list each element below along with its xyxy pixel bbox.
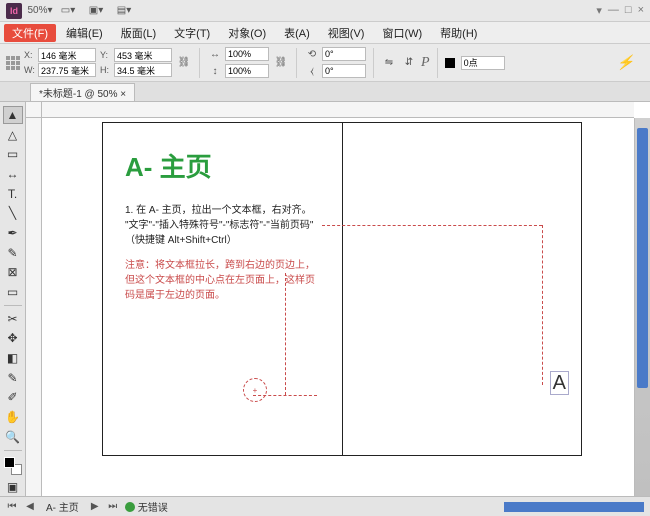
control-bar: X: W: Y: H: ⛓ ↔ ↕ ⛓ ⟲ ⧼ ⇋ ⇵ P ⚡ xyxy=(0,44,650,82)
horizontal-ruler[interactable] xyxy=(42,102,634,118)
fill-swatch[interactable] xyxy=(445,58,455,68)
arrow-line xyxy=(322,225,542,226)
left-page: A- 主页 1. 在 A- 主页，拉出一个文本框，右对齐。 "文字"-"插入特殊… xyxy=(103,123,342,455)
menu-edit[interactable]: 编辑(E) xyxy=(58,22,111,44)
x-input[interactable] xyxy=(38,48,96,62)
menu-layout[interactable]: 版面(L) xyxy=(113,22,164,44)
type-tool[interactable]: T. xyxy=(3,185,23,203)
shear-input[interactable] xyxy=(322,64,366,78)
menu-type[interactable]: 文字(T) xyxy=(166,22,218,44)
anchor-circle: + xyxy=(243,378,267,402)
title-bar: Id 50% ▾ ▭▾ ▣▾ ▤▾ ▾ — □ × xyxy=(0,0,650,22)
preflight-status[interactable]: 无错误 xyxy=(125,499,168,514)
hand-tool[interactable]: ✋ xyxy=(3,408,23,426)
rotate-icon: ⟲ xyxy=(304,46,320,62)
note-text: 注意：将文本框拉长，跨到右边的页边上，但这个文本框的中心点在左页面上，这样页码是… xyxy=(125,258,320,303)
zoom-select[interactable]: 50% ▾ xyxy=(30,2,50,20)
scrollbar-thumb[interactable] xyxy=(637,128,648,388)
pencil-tool[interactable]: ✎ xyxy=(3,244,23,262)
scale-x-input[interactable] xyxy=(225,47,269,61)
status-bar: ⏮ ◀ A- 主页 ▶ ⏭ 无错误 xyxy=(0,496,650,516)
pen-tool[interactable]: ✒ xyxy=(3,224,23,242)
shear-icon: ⧼ xyxy=(304,63,320,79)
eyedropper-tool[interactable]: ✐ xyxy=(3,389,23,407)
toolbox: ▲ △ ▭ ↔ T. ╲ ✒ ✎ ⊠ ▭ ✂ ✥ ◧ ✎ ✐ ✋ 🔍 ▣ xyxy=(0,102,26,496)
rect-tool[interactable]: ▭ xyxy=(3,283,23,301)
menu-object[interactable]: 对象(O) xyxy=(220,22,274,44)
free-transform-tool[interactable]: ✥ xyxy=(3,330,23,348)
link-scale-icon[interactable]: ⛓ xyxy=(273,55,289,71)
menu-window[interactable]: 窗口(W) xyxy=(374,22,430,44)
prev-page-button[interactable]: ◀ xyxy=(24,501,36,512)
scale-y-input[interactable] xyxy=(225,64,269,78)
menu-help[interactable]: 帮助(H) xyxy=(432,22,485,44)
menu-bar: 文件(F) 编辑(E) 版面(L) 文字(T) 对象(O) 表(A) 视图(V)… xyxy=(0,22,650,44)
menu-view[interactable]: 视图(V) xyxy=(320,22,373,44)
help-dropdown-icon[interactable]: ▾ xyxy=(596,4,602,17)
w-input[interactable] xyxy=(38,63,96,77)
selection-tool[interactable]: ▲ xyxy=(3,106,23,124)
ruler-origin[interactable] xyxy=(26,102,42,118)
rotate-input[interactable] xyxy=(322,47,366,61)
flip-h-icon[interactable]: ⇋ xyxy=(381,55,397,71)
master-spread: A- 主页 1. 在 A- 主页，拉出一个文本框，右对齐。 "文字"-"插入特殊… xyxy=(102,122,582,456)
scale-x-icon: ↔ xyxy=(207,46,223,62)
page-number-marker[interactable]: A xyxy=(550,372,569,395)
arrow-line xyxy=(285,273,286,395)
page-title: A- 主页 xyxy=(125,147,212,184)
zoom-tool[interactable]: 🔍 xyxy=(3,428,23,446)
minimize-button[interactable]: — xyxy=(608,4,619,17)
gap-tool[interactable]: ↔ xyxy=(3,165,23,183)
ok-icon xyxy=(125,502,135,512)
menu-table[interactable]: 表(A) xyxy=(276,22,318,44)
close-button[interactable]: × xyxy=(638,4,644,17)
arrange-icon[interactable]: ▤▾ xyxy=(114,2,134,20)
h-input[interactable] xyxy=(114,63,172,77)
gradient-swatch-tool[interactable]: ◧ xyxy=(3,349,23,367)
scale-y-icon: ↕ xyxy=(207,63,223,79)
app-icon: Id xyxy=(6,3,22,19)
direct-select-tool[interactable]: △ xyxy=(3,126,23,144)
stroke-size-input[interactable] xyxy=(461,56,505,70)
document-tab-bar: *未标题-1 @ 50% × xyxy=(0,82,650,102)
instruction-text: 1. 在 A- 主页，拉出一个文本框，右对齐。 "文字"-"插入特殊符号"-"标… xyxy=(125,203,320,303)
scissors-tool[interactable]: ✂ xyxy=(3,310,23,328)
note-tool[interactable]: ✎ xyxy=(3,369,23,387)
next-page-button[interactable]: ▶ xyxy=(89,501,101,512)
link-icon[interactable]: ⛓ xyxy=(176,55,192,71)
color-swatch[interactable] xyxy=(3,455,23,477)
quick-apply-icon[interactable]: ⚡ xyxy=(617,54,644,71)
first-page-button[interactable]: ⏮ xyxy=(6,501,18,512)
vertical-ruler[interactable] xyxy=(26,118,42,496)
y-input[interactable] xyxy=(114,48,172,62)
flip-v-icon[interactable]: ⇵ xyxy=(401,55,417,71)
last-page-button[interactable]: ⏭ xyxy=(107,501,119,512)
line-tool[interactable]: ╲ xyxy=(3,204,23,222)
mode-toggle[interactable]: ▣ xyxy=(3,478,23,496)
page-indicator[interactable]: A- 主页 xyxy=(42,499,83,514)
paragraph-style-icon[interactable]: P xyxy=(421,55,430,71)
menu-file[interactable]: 文件(F) xyxy=(4,24,56,42)
arrow-line xyxy=(542,225,543,385)
document-tab-label: *未标题-1 @ 50% × xyxy=(39,85,126,100)
status-scroll[interactable] xyxy=(504,502,644,512)
page-tool[interactable]: ▭ xyxy=(3,145,23,163)
vertical-scrollbar[interactable] xyxy=(634,118,650,496)
reference-point-icon[interactable] xyxy=(6,56,20,70)
rect-frame-tool[interactable]: ⊠ xyxy=(3,264,23,282)
document-tab[interactable]: *未标题-1 @ 50% × xyxy=(30,83,135,101)
right-page: A xyxy=(343,123,582,455)
layout-view-icon[interactable]: ▭▾ xyxy=(58,2,78,20)
screen-mode-icon[interactable]: ▣▾ xyxy=(86,2,106,20)
canvas[interactable]: A- 主页 1. 在 A- 主页，拉出一个文本框，右对齐。 "文字"-"插入特殊… xyxy=(26,102,650,496)
maximize-button[interactable]: □ xyxy=(625,4,632,17)
